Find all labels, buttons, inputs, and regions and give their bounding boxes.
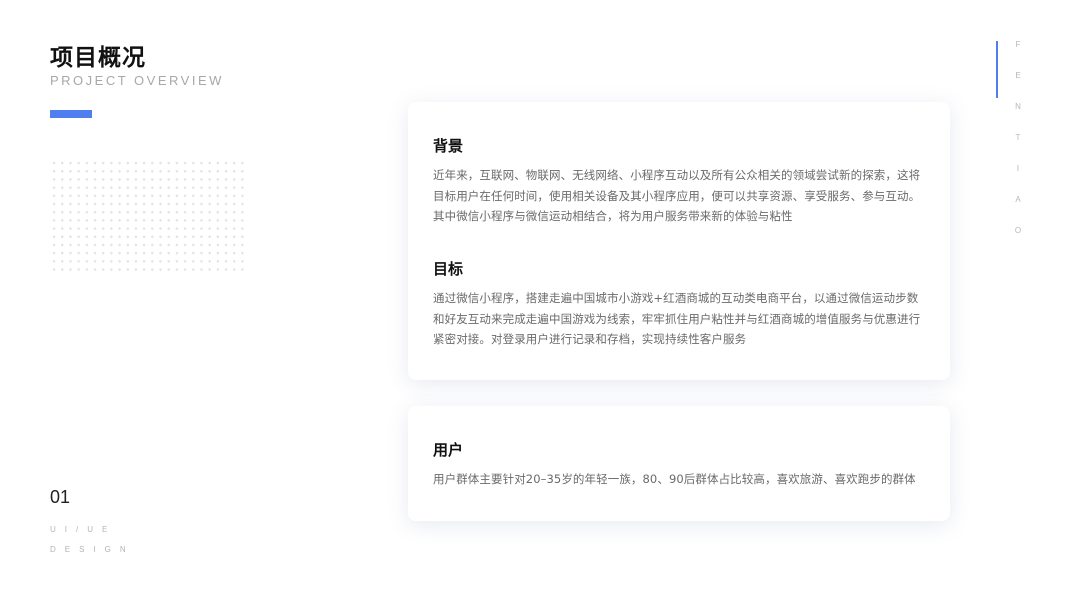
section-heading: 用户 <box>433 441 464 459</box>
vertical-letter: T <box>1015 133 1021 142</box>
page-title: 项目概况 <box>50 45 146 71</box>
vertical-letter: F <box>1015 40 1021 49</box>
accent-bar <box>50 110 92 118</box>
vertical-letter: A <box>1015 195 1021 204</box>
section-body: 用户群体主要针对20–35岁的年轻一族，80、90后群体占比较高，喜欢旅游、喜欢… <box>433 472 916 486</box>
page-number: 01 <box>50 487 71 507</box>
section-users: 用户 用户群体主要针对20–35岁的年轻一族，80、90后群体占比较高，喜欢旅游… <box>433 440 927 490</box>
overview-card: 背景 近年来，互联网、物联网、无线网络、小程序互动以及所有公众相关的领域尝试新的… <box>408 102 950 380</box>
section-heading: 目标 <box>433 260 464 278</box>
section-heading: 背景 <box>433 137 464 155</box>
dot-grid-decoration <box>50 159 246 275</box>
tag-line-design: DESIGN <box>50 545 135 554</box>
section-goal: 目标 通过微信小程序，搭建走遍中国城市小游戏+红酒商城的互动类电商平台，以通过微… <box>433 259 927 350</box>
user-card: 用户 用户群体主要针对20–35岁的年轻一族，80、90后群体占比较高，喜欢旅游… <box>408 406 950 521</box>
vertical-accent-line <box>996 41 998 98</box>
vertical-letters: F E N T I A O <box>1012 40 1024 257</box>
tag-line-uiue: UI/UE <box>50 525 117 534</box>
vertical-letter: N <box>1015 102 1021 111</box>
page-subtitle: PROJECT OVERVIEW <box>50 73 224 88</box>
section-body: 通过微信小程序，搭建走遍中国城市小游戏+红酒商城的互动类电商平台，以通过微信运动… <box>433 291 921 346</box>
section-background: 背景 近年来，互联网、物联网、无线网络、小程序互动以及所有公众相关的领域尝试新的… <box>433 136 927 227</box>
section-body: 近年来，互联网、物联网、无线网络、小程序互动以及所有公众相关的领域尝试新的探索，… <box>433 168 921 223</box>
vertical-letter: O <box>1014 226 1022 235</box>
vertical-letter: E <box>1015 71 1021 80</box>
vertical-letter: I <box>1016 164 1020 173</box>
